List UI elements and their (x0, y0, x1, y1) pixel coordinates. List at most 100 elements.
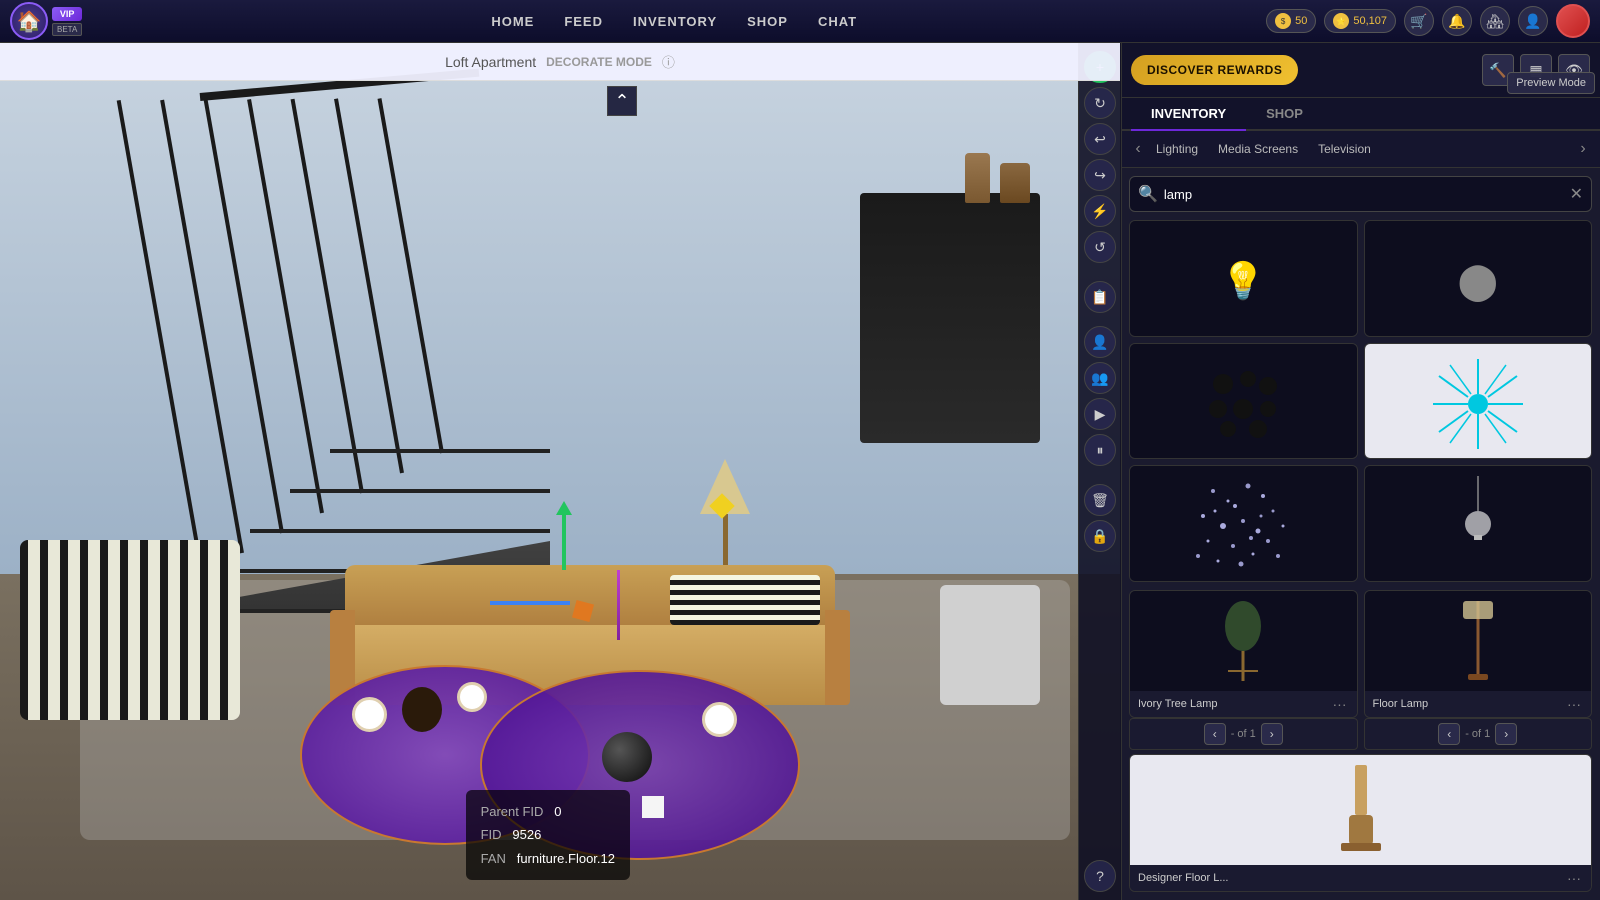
tab-inventory[interactable]: INVENTORY (1131, 98, 1246, 131)
top-nav: 🏠 VIP BETA HOME FEED INVENTORY SHOP CHAT… (0, 0, 1600, 43)
owned-item-floor[interactable]: x1 Floor Lamp ··· ‹ (1364, 590, 1593, 750)
vase-1 (1000, 163, 1030, 203)
nav-center: HOME FEED INVENTORY SHOP CHAT (491, 14, 857, 29)
fid-panel: Parent FID 0 FID 9526 FAN furniture.Floo… (466, 790, 630, 880)
item-thumb-floor (1365, 591, 1592, 691)
category-bar: ‹ Lighting Media Screens Television › (1121, 131, 1600, 168)
item-thumb-star-lamp (1130, 466, 1357, 582)
cabinet (860, 193, 1040, 443)
staircase (150, 93, 750, 613)
nav-right: $ 50 ⭐ 50,107 🛒 🔔 🏘 👤 (1266, 4, 1590, 38)
floor-next-btn[interactable]: › (1495, 723, 1517, 745)
scene-chevron[interactable]: ⌃ (607, 86, 637, 116)
item-dots-floor[interactable]: ··· (1565, 696, 1583, 712)
cat-lighting[interactable]: Lighting (1150, 139, 1204, 159)
ivory-next-btn[interactable]: › (1261, 723, 1283, 745)
cat-media[interactable]: Media Screens (1212, 139, 1304, 159)
item-dots-designer-floor[interactable]: ··· (1565, 870, 1583, 886)
bell-icon[interactable]: 🔔 (1442, 6, 1472, 36)
owned-item-ivory[interactable]: x1 Ivory Tree Lamp ··· (1129, 590, 1358, 750)
ivory-page: - of 1 (1231, 728, 1256, 740)
white-cube (642, 796, 664, 818)
item-card-cafe-lamp[interactable]: NEW CAFE Lamp ··· (1364, 465, 1593, 582)
currency-icon-1: $ (1275, 13, 1291, 29)
beta-badge: BETA (52, 23, 82, 36)
user-icon[interactable]: 👤 (1518, 6, 1548, 36)
cat-scroll: Lighting Media Screens Television (1150, 139, 1571, 159)
item-thumb-round-lamp (1365, 344, 1592, 460)
cart-icon[interactable]: 🛒 (1404, 6, 1434, 36)
item-card-lamp1[interactable]: 💡 Lamp1 ··· (1129, 220, 1358, 337)
trash-btn[interactable]: 🗑 (1084, 484, 1116, 516)
vase-2 (965, 153, 990, 203)
cat-arrow-left[interactable]: ‹ (1126, 137, 1150, 161)
cat-arrow-right[interactable]: › (1571, 137, 1595, 161)
floor-page: - of 1 (1465, 728, 1490, 740)
item-label-ivory: Ivory Tree Lamp (1138, 698, 1331, 710)
person-btn[interactable]: 👤 (1084, 326, 1116, 358)
item-thumb-drive-lamps: ⬤ (1365, 221, 1592, 337)
nav-left: 🏠 VIP BETA (10, 2, 82, 40)
x-axis-handle[interactable] (490, 601, 570, 605)
scene-area: ⌃ Parent FID 0 FID 9526 FAN furniture.Fl… (0, 43, 1120, 900)
item-thumb-cafe-lamp (1365, 466, 1592, 582)
rp-tabs: INVENTORY SHOP (1121, 98, 1600, 131)
right-couch (940, 585, 1040, 705)
item-card-color-lamp[interactable]: [1V12] Color La... ··· (1129, 343, 1358, 460)
nav-feed[interactable]: FEED (564, 14, 603, 29)
nav-shop[interactable]: SHOP (747, 14, 788, 29)
pause-btn[interactable]: ⏸ (1084, 434, 1116, 466)
search-bar[interactable]: 🔍 ✕ (1129, 176, 1592, 212)
preview-tooltip: Preview Mode (1507, 72, 1595, 94)
item-dots-ivory[interactable]: ··· (1331, 696, 1349, 712)
item-card-star-lamp[interactable]: [1V12] Star Lamp ··· (1129, 465, 1358, 582)
ivory-prev-btn[interactable]: ‹ (1204, 723, 1226, 745)
item-label-floor: Floor Lamp (1373, 698, 1566, 710)
search-input[interactable] (1164, 187, 1570, 202)
black-sphere (602, 732, 652, 782)
striped-cushion-1 (670, 575, 820, 625)
scene-geometry (0, 43, 1120, 900)
clipboard-btn[interactable]: 📋 (1084, 281, 1116, 313)
item-label-designer-floor: Designer Floor L... (1138, 872, 1565, 884)
search-icon: 🔍 (1138, 184, 1158, 204)
dual-pagination: x1 Ivory Tree Lamp ··· (1121, 590, 1600, 754)
nav-home[interactable]: HOME (491, 14, 534, 29)
vip-badge: VIP (52, 7, 82, 21)
y-axis-handle[interactable] (556, 501, 572, 570)
item-thumb-ivory (1130, 591, 1357, 691)
item-card-round-lamp[interactable]: [1V12] Round La... ··· (1364, 343, 1593, 460)
play-btn[interactable]: ▶ (1084, 398, 1116, 430)
floor-prev-btn[interactable]: ‹ (1438, 723, 1460, 745)
lock-btn[interactable]: 🔒 (1084, 520, 1116, 552)
nav-chat[interactable]: CHAT (818, 14, 857, 29)
group-btn[interactable]: 👥 (1084, 362, 1116, 394)
item-thumb-color-lamp (1130, 344, 1357, 460)
reset-btn[interactable]: ↺ (1084, 231, 1116, 263)
nav-inventory[interactable]: INVENTORY (633, 14, 717, 29)
decorate-mode-bar: Loft Apartment DECORATE MODE ⓘ (0, 43, 1120, 81)
redo-btn[interactable]: ↪ (1084, 159, 1116, 191)
discover-rewards-btn[interactable]: DISCOVER REWARDS (1131, 55, 1298, 85)
undo-btn[interactable]: ↩ (1084, 123, 1116, 155)
currency-badge-1: $ 50 (1266, 9, 1316, 33)
tab-shop[interactable]: SHOP (1246, 98, 1323, 131)
item-card-drive-lamps[interactable]: ⬤ Drive - In Lamps ··· (1364, 220, 1593, 337)
items-grid: 💡 Lamp1 ··· ⬤ Drive - In Lamps ··· (1121, 220, 1600, 590)
avatar[interactable] (1556, 4, 1590, 38)
last-item-row: Designer Floor L... ··· (1121, 754, 1600, 900)
rotate-btn[interactable]: ↻ (1084, 87, 1116, 119)
main-area: ⌃ Parent FID 0 FID 9526 FAN furniture.Fl… (0, 43, 1600, 900)
search-clear-btn[interactable]: ✕ (1570, 184, 1583, 204)
lightning-btn[interactable]: ⚡ (1084, 195, 1116, 227)
left-tools: + ↻ ↩ ↪ ⚡ ↺ 📋 👤 👥 ▶ ⏸ 🗑 🔒 ? (1078, 43, 1122, 900)
left-couch (20, 540, 240, 720)
info-icon[interactable]: ⓘ (662, 52, 675, 71)
currency-icon-2: ⭐ (1333, 13, 1349, 29)
item-card-designer-floor[interactable]: Designer Floor L... ··· (1129, 754, 1592, 892)
help-btn[interactable]: ? (1084, 860, 1116, 892)
cat-tv[interactable]: Television (1312, 139, 1377, 159)
house-icon[interactable]: 🏘 (1480, 6, 1510, 36)
z-axis-handle[interactable] (617, 570, 620, 640)
logo-icon: 🏠 (10, 2, 48, 40)
